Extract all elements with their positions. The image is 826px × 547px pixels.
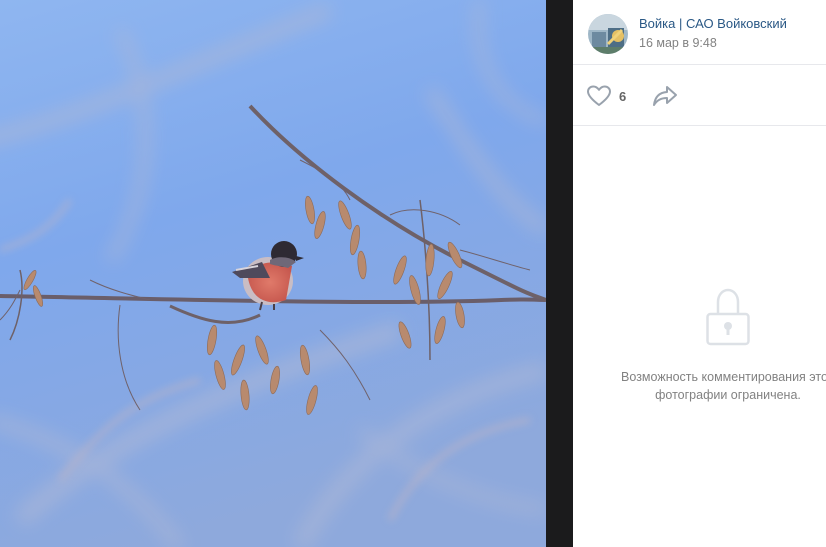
community-avatar[interactable]: [588, 14, 628, 54]
post-actions: 6: [573, 65, 826, 126]
like-button[interactable]: 6: [587, 84, 626, 108]
comments-restricted-line2: фотографии ограничена.: [655, 388, 801, 402]
post-author-link[interactable]: Войка | САО Войковский: [639, 16, 787, 31]
like-count: 6: [619, 88, 627, 104]
post-photo[interactable]: [0, 0, 546, 547]
share-arrow-icon: [653, 86, 677, 106]
padlock-icon: [706, 288, 750, 351]
post-info-panel: Войка | САО Войковский 16 мар в 9:48 6 В…: [573, 0, 826, 547]
post-header: Войка | САО Войковский 16 мар в 9:48: [573, 0, 826, 65]
photo-viewer-gap: [546, 0, 573, 547]
heart-icon: [587, 85, 611, 106]
share-button[interactable]: [652, 84, 678, 108]
post-date[interactable]: 16 мар в 9:48: [639, 36, 717, 50]
comments-restricted-line1: Возможность комментирования этой: [621, 370, 826, 384]
avatar-image: [588, 14, 628, 54]
bullfinch-photo: [0, 0, 546, 547]
comments-restricted-message: Возможность комментирования этой фотогра…: [573, 368, 826, 404]
